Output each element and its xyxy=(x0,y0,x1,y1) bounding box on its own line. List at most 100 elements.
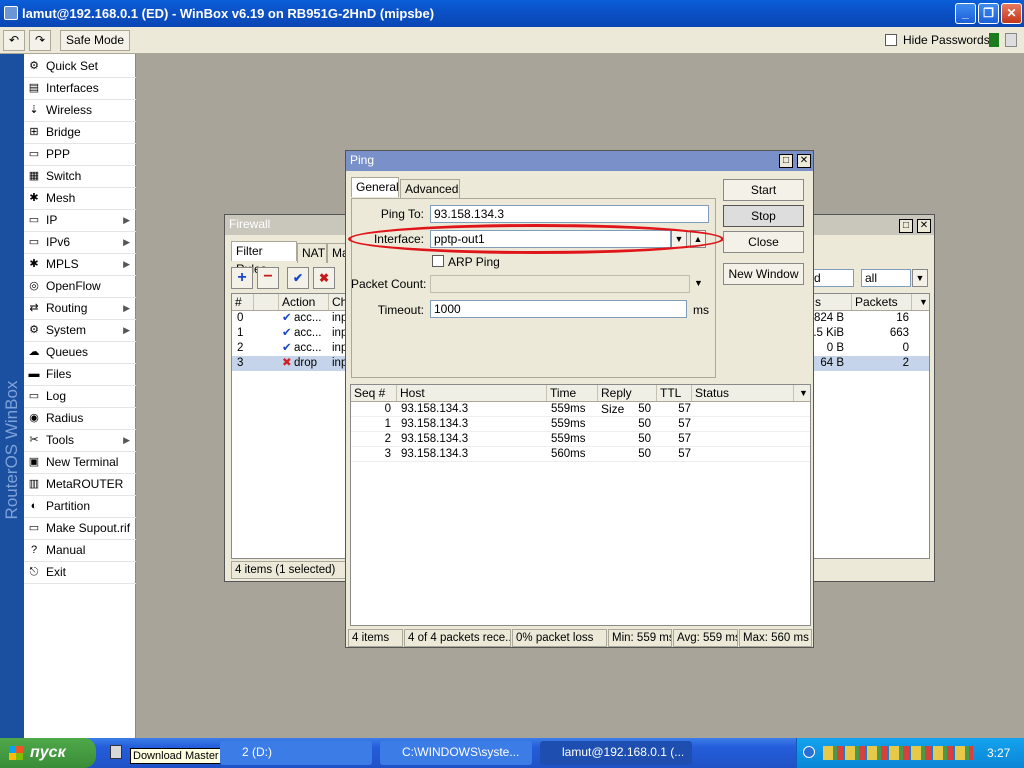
sidebar-item-bridge[interactable]: ⊞ Bridge xyxy=(24,122,136,144)
sidebar-item-system[interactable]: ⚙ System ▶ xyxy=(24,320,136,342)
tab-nat[interactable]: NAT xyxy=(297,243,327,263)
tools-icon: ✂ xyxy=(29,434,39,446)
close-button[interactable]: ✕ xyxy=(1001,3,1022,24)
new-window-button[interactable]: New Window xyxy=(723,263,804,285)
redo-icon[interactable]: ↷ xyxy=(29,30,51,51)
col-host[interactable]: Host xyxy=(397,385,547,401)
col-bytes[interactable]: s xyxy=(812,294,852,310)
col-time[interactable]: Time xyxy=(547,385,598,401)
winbox-app-icon xyxy=(4,6,18,20)
ipv6-icon: ▭ xyxy=(28,236,40,248)
tab-advanced[interactable]: Advanced xyxy=(400,179,460,199)
firewall-maximize-button[interactable]: □ xyxy=(899,219,913,233)
ping-to-input[interactable]: 93.158.134.3 xyxy=(430,205,709,223)
sidebar-item-label: Manual xyxy=(46,543,86,557)
sidebar-item-wireless[interactable]: ⇣ Wireless xyxy=(24,100,136,122)
task-command-prompt[interactable]: C:\WINDOWS\syste... xyxy=(380,741,532,765)
tab-mangle[interactable]: Ma xyxy=(327,243,347,263)
col-num[interactable]: # xyxy=(232,294,254,310)
ping-close-button[interactable]: ✕ xyxy=(797,154,811,168)
stop-button[interactable]: Stop xyxy=(723,205,804,227)
ping-title-bar[interactable]: Ping xyxy=(346,151,813,171)
tab-filter-rules[interactable]: Filter Rules xyxy=(231,241,297,276)
accept-icon: ✔ xyxy=(282,327,292,339)
cell-host: 93.158.134.3 xyxy=(401,448,469,460)
ip-icon: ▭ xyxy=(28,214,40,226)
safe-mode-button[interactable]: Safe Mode xyxy=(60,30,130,51)
sidebar-item-switch[interactable]: ▦ Switch xyxy=(24,166,136,188)
system-icon: ⚙ xyxy=(29,324,39,336)
timeout-input[interactable]: 1000 xyxy=(430,300,687,318)
sidebar-item-tools[interactable]: ✂ Tools ▶ xyxy=(24,430,136,452)
chain-dropdown-icon[interactable]: ▼ xyxy=(912,269,928,287)
sidebar-item-manual[interactable]: ? Manual xyxy=(24,540,136,562)
sidebar-item-partition[interactable]: ◐ Partition xyxy=(24,496,136,518)
packet-count-dropdown-icon[interactable]: ▼ xyxy=(694,278,703,288)
table-row[interactable]: 3 93.158.134.3 560ms 50 57 xyxy=(351,447,810,462)
window-title-bar[interactable]: lamut@192.168.0.1 (ED) - WinBox v6.19 on… xyxy=(0,0,1024,27)
table-row[interactable]: 0 93.158.134.3 559ms 50 57 xyxy=(351,402,810,417)
sidebar-item-mesh[interactable]: ✱ Mesh xyxy=(24,188,136,210)
timeout-unit: ms xyxy=(693,303,709,317)
firewall-find-field[interactable]: d xyxy=(810,269,854,287)
sidebar-item-label: Exit xyxy=(46,565,67,579)
sidebar-item-metarouter[interactable]: ▥ MetaROUTER xyxy=(24,474,136,496)
sidebar-item-routing[interactable]: ⇄ Routing ▶ xyxy=(24,298,136,320)
columns-menu-icon[interactable]: ▼ xyxy=(916,294,930,310)
sidebar-item-openflow[interactable]: ◎ OpenFlow xyxy=(24,276,136,298)
sidebar-item-ipv6[interactable]: ▭ IPv6 ▶ xyxy=(24,232,136,254)
arp-ping-checkbox[interactable] xyxy=(432,255,444,267)
sidebar-item-ip[interactable]: ▭ IP ▶ xyxy=(24,210,136,232)
sidebar-item-ppp[interactable]: ▭ PPP xyxy=(24,144,136,166)
table-row[interactable]: 2 93.158.134.3 559ms 50 57 xyxy=(351,432,810,447)
tray-icons[interactable] xyxy=(823,746,973,760)
tooltip-download-master: Download Master xyxy=(130,748,222,764)
sidebar-item-quick-set[interactable]: ⚙ Quick Set xyxy=(24,56,136,78)
enable-icon[interactable]: ✔ xyxy=(287,267,309,289)
sidebar-item-log[interactable]: ▭ Log xyxy=(24,386,136,408)
col-seq[interactable]: Seq # xyxy=(351,385,397,401)
sidebar-item-interfaces[interactable]: ▤ Interfaces xyxy=(24,78,136,100)
tab-general[interactable]: General xyxy=(351,177,399,197)
task-drive-d[interactable]: 2 (D:) xyxy=(220,741,372,765)
ping-maximize-button[interactable]: □ xyxy=(779,154,793,168)
sidebar-item-make-supout-rif[interactable]: ▭ Make Supout.rif xyxy=(24,518,136,540)
col-reply-size[interactable]: Reply Size xyxy=(598,385,657,416)
col-action[interactable]: Action xyxy=(279,294,329,310)
close-window-button[interactable]: Close xyxy=(723,231,804,253)
sidebar-item-queues[interactable]: ☁ Queues xyxy=(24,342,136,364)
sidebar-item-label: Switch xyxy=(46,169,82,183)
remove-icon[interactable]: − xyxy=(257,267,279,289)
table-row[interactable]: 1 93.158.134.3 559ms 50 57 xyxy=(351,417,810,432)
hide-passwords-checkbox[interactable] xyxy=(885,34,897,46)
ping-title: Ping xyxy=(350,153,375,167)
tray-expand-icon[interactable] xyxy=(803,746,815,758)
firewall-close-button[interactable]: ✕ xyxy=(917,219,931,233)
col-packets[interactable]: Packets xyxy=(852,294,912,310)
undo-icon[interactable]: ↶ xyxy=(3,30,25,51)
quicklaunch-floppy-icon[interactable] xyxy=(110,745,122,759)
cell-num: 2 xyxy=(237,342,244,354)
sidebar-item-new-terminal[interactable]: ▣ New Terminal xyxy=(24,452,136,474)
packet-count-input[interactable] xyxy=(430,275,690,293)
submenu-arrow-icon: ▶ xyxy=(123,215,130,225)
firewall-chain-select[interactable]: all xyxy=(861,269,911,287)
cell-packets: 0 xyxy=(902,342,909,354)
sidebar-item-files[interactable]: ▬ Files xyxy=(24,364,136,386)
start-button[interactable]: пуск xyxy=(0,738,96,768)
disable-icon[interactable]: ✖ xyxy=(313,267,335,289)
start-button[interactable]: Start xyxy=(723,179,804,201)
sidebar-item-radius[interactable]: ◉ Radius xyxy=(24,408,136,430)
cell-seq: 3 xyxy=(384,448,391,460)
maximize-button[interactable]: ❐ xyxy=(978,3,999,24)
task-winbox[interactable]: lamut@192.168.0.1 (... xyxy=(540,741,692,765)
ping-columns-menu-icon[interactable]: ▼ xyxy=(796,385,810,401)
sidebar-item-exit[interactable]: ⎋ Exit xyxy=(24,562,136,584)
col-ttl[interactable]: TTL xyxy=(657,385,692,401)
mesh-icon: ✱ xyxy=(29,192,39,204)
add-icon[interactable]: + xyxy=(231,267,253,289)
sidebar-item-mpls[interactable]: ✱ MPLS ▶ xyxy=(24,254,136,276)
col-status[interactable]: Status xyxy=(692,385,794,401)
minimize-button[interactable]: _ xyxy=(955,3,976,24)
terminal-icon: ▣ xyxy=(28,456,40,468)
